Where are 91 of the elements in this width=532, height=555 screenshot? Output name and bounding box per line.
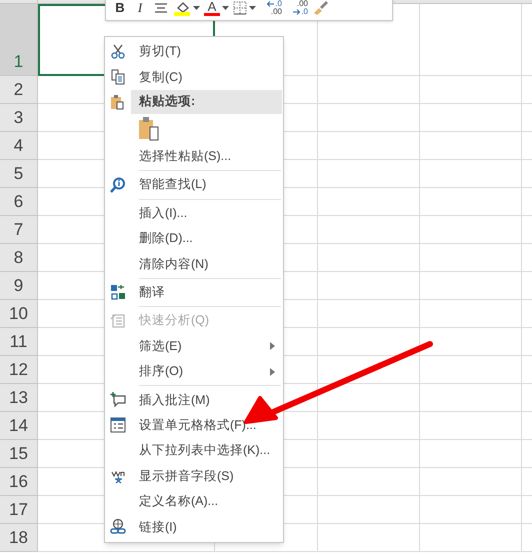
- borders-button[interactable]: [233, 0, 256, 14]
- table-cell[interactable]: [318, 160, 420, 188]
- row-header[interactable]: 7: [0, 216, 38, 244]
- bold-button[interactable]: B: [112, 0, 128, 18]
- fill-color-button[interactable]: [174, 0, 200, 16]
- menu-item[interactable]: 设置单元格格式(F)...: [105, 412, 283, 438]
- menu-item[interactable]: 从下拉列表中选择(K)...: [105, 438, 283, 464]
- table-cell[interactable]: [318, 412, 420, 440]
- menu-item[interactable]: 翻译: [105, 280, 283, 306]
- table-cell[interactable]: [318, 76, 420, 104]
- italic-button[interactable]: I: [132, 0, 148, 18]
- table-cell[interactable]: [420, 412, 522, 440]
- table-cell[interactable]: [318, 496, 420, 524]
- table-cell[interactable]: [420, 440, 522, 468]
- increase-decimal-button[interactable]: .0 .00: [260, 0, 282, 16]
- menu-item[interactable]: 选择性粘贴(S)...: [105, 144, 283, 170]
- menu-item[interactable]: 剪切(T): [105, 39, 283, 64]
- table-cell[interactable]: [420, 384, 522, 412]
- row-header[interactable]: 10: [0, 300, 38, 328]
- menu-item[interactable]: 删除(D)...: [105, 226, 283, 252]
- link-icon: [110, 518, 126, 535]
- table-cell[interactable]: [420, 496, 522, 524]
- menu-item[interactable]: 复制(C): [105, 64, 283, 90]
- comment-add-icon: [110, 392, 126, 408]
- table-cell[interactable]: [318, 272, 420, 300]
- row-header[interactable]: 16: [0, 468, 38, 496]
- table-cell[interactable]: [318, 468, 420, 496]
- table-cell[interactable]: [318, 132, 420, 160]
- section-header: 粘贴选项:: [131, 90, 282, 114]
- left-arrow-icon: [267, 0, 274, 6]
- table-cell[interactable]: [318, 300, 420, 328]
- row-header[interactable]: 4: [0, 132, 38, 160]
- row-header[interactable]: 5: [0, 160, 38, 188]
- decrease-decimal-button[interactable]: .00 .0: [286, 0, 308, 16]
- row-header[interactable]: 14: [0, 412, 38, 440]
- row-header[interactable]: 13: [0, 384, 38, 412]
- paste-clipboard-icon[interactable]: [139, 116, 161, 141]
- table-cell[interactable]: [420, 272, 522, 300]
- menu-item[interactable]: 智能查找(L): [105, 172, 283, 198]
- right-arrow-icon: [293, 8, 300, 14]
- row-header[interactable]: 15: [0, 440, 38, 468]
- table-cell[interactable]: [318, 328, 420, 356]
- table-cell[interactable]: [420, 104, 522, 132]
- table-cell[interactable]: [420, 216, 522, 244]
- format-painter-button[interactable]: [312, 0, 330, 14]
- table-cell[interactable]: [318, 440, 420, 468]
- font-color-button[interactable]: A: [204, 0, 229, 16]
- menu-item[interactable]: 定义名称(A)...: [105, 488, 283, 514]
- table-cell[interactable]: [420, 244, 522, 272]
- row-header[interactable]: 18: [0, 524, 38, 552]
- table-cell[interactable]: [318, 216, 420, 244]
- table-cell[interactable]: [420, 4, 522, 76]
- menu-item[interactable]: 插入(I)...: [105, 200, 283, 226]
- table-cell[interactable]: [420, 524, 522, 552]
- table-cell[interactable]: [420, 132, 522, 160]
- scissors-icon: [110, 44, 126, 60]
- table-cell[interactable]: [420, 76, 522, 104]
- row-header[interactable]: 11: [0, 328, 38, 356]
- table-cell[interactable]: [420, 468, 522, 496]
- row-header[interactable]: 2: [0, 76, 38, 104]
- table-cell[interactable]: [420, 160, 522, 188]
- row-header[interactable]: 17: [0, 496, 38, 524]
- table-cell[interactable]: [318, 188, 420, 216]
- format-cells-icon: [110, 417, 126, 434]
- table-cell[interactable]: [420, 300, 522, 328]
- menu-item[interactable]: 显示拼音字段(S): [105, 463, 283, 489]
- magnifier-info-icon: [110, 176, 126, 193]
- menu-item[interactable]: 排序(O): [105, 358, 283, 384]
- align-center-button[interactable]: [152, 2, 170, 14]
- translate-icon: [110, 284, 126, 300]
- table-cell[interactable]: [318, 524, 420, 552]
- table-cell[interactable]: [318, 356, 420, 384]
- menu-item[interactable]: 清除内容(N): [105, 251, 283, 277]
- clipboard-icon: [110, 94, 126, 110]
- copy-icon: [110, 69, 126, 86]
- table-cell[interactable]: [420, 328, 522, 356]
- menu-item[interactable]: 链接(I): [105, 514, 283, 540]
- table-cell[interactable]: [420, 188, 522, 216]
- table-cell[interactable]: [420, 356, 522, 384]
- table-cell[interactable]: [318, 384, 420, 412]
- quick-analysis-icon: [110, 312, 126, 329]
- menu-item[interactable]: 筛选(E): [105, 334, 283, 359]
- row-header[interactable]: 3: [0, 104, 38, 132]
- row-header[interactable]: 6: [0, 188, 38, 216]
- table-cell[interactable]: [318, 104, 420, 132]
- table-cell[interactable]: [318, 244, 420, 272]
- row-header[interactable]: 9: [0, 272, 38, 300]
- row-header[interactable]: 8: [0, 244, 38, 272]
- row-header[interactable]: 1: [0, 4, 38, 76]
- menu-item[interactable]: 插入批注(M): [105, 387, 283, 413]
- row-header[interactable]: 12: [0, 356, 38, 384]
